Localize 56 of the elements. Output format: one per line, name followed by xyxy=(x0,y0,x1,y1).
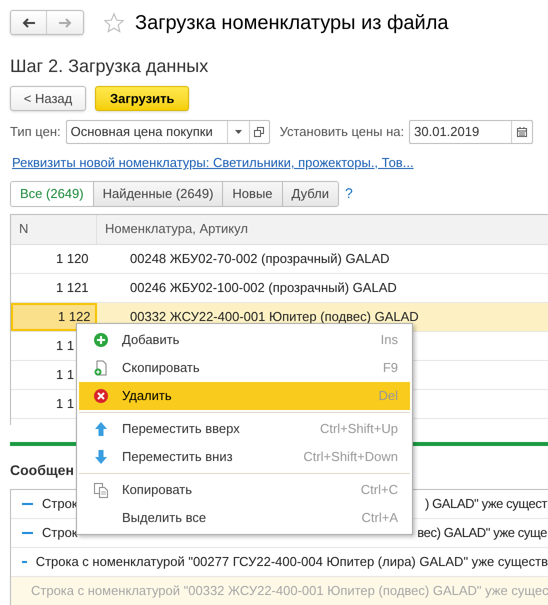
menu-item[interactable]: Переместить вверх Ctrl+Shift+Up xyxy=(79,415,410,443)
shortcut-text: Ctrl+A xyxy=(362,509,398,528)
arrow-up-icon xyxy=(93,421,109,437)
attributes-link[interactable]: Реквизиты новой номенклатуры: Светильники, прожекторы., Тов... xyxy=(12,153,414,172)
dash-icon xyxy=(22,560,27,562)
column-header[interactable]: Номенклатура, Артикул xyxy=(97,214,548,244)
table-cell-text: 1 121 xyxy=(55,278,90,297)
documents-icon xyxy=(93,482,109,498)
menu-item[interactable]: Переместить вниз Ctrl+Shift+Down xyxy=(79,443,410,471)
shortcut-text: F9 xyxy=(382,359,398,378)
price-type-field[interactable]: Основная цена покупки xyxy=(66,120,270,144)
table-cell: 1 122 xyxy=(11,302,97,330)
dash-icon xyxy=(22,532,33,534)
shortcut-text: Ctrl+Shift+Up xyxy=(320,420,398,438)
arrow-down-icon xyxy=(93,449,109,465)
message-text: Строк xyxy=(42,524,78,542)
step-title: Шаг 2. Загрузка данных xyxy=(10,55,210,77)
messages-title: Сообщен xyxy=(10,460,75,480)
table-cell-text: 1 120 xyxy=(55,250,90,268)
message-text: Строка с номенклатурой "00332 ЖСУ22-400-001 Юпитер (подвес) GALAD" уже сущес xyxy=(31,582,548,600)
message-text: Строк xyxy=(42,494,78,513)
menu-item[interactable]: Удалить Del xyxy=(79,382,410,410)
field-label: Установить цены на: xyxy=(280,123,404,142)
date-field[interactable]: 30.01.2019 xyxy=(409,120,534,144)
arrow-right-icon xyxy=(58,18,72,28)
menu-item[interactable]: Копировать Ctrl+C xyxy=(79,476,410,504)
menu-item[interactable]: Выделить все Ctrl+A xyxy=(79,504,410,532)
dash-icon xyxy=(22,502,33,504)
message-text: ) GALAD" уже сущест xyxy=(424,494,547,513)
arrow-left-icon xyxy=(22,18,36,28)
star-icon[interactable] xyxy=(103,12,125,34)
load-button[interactable]: Загрузить xyxy=(95,86,190,111)
message-text: вес) GALAD" уже суще xyxy=(417,524,547,542)
menu-item[interactable]: Скопировать F9 xyxy=(79,354,410,382)
table-cell-text: 00246 ЖБУ02-100-002 (прозрачный) GALAD xyxy=(130,278,397,297)
shortcut-text: Del xyxy=(378,387,398,406)
message-text: Строка с номенклатурой "00277 ГСУ22-400-004 Юпитер (лира) GALAD" уже существ xyxy=(36,552,548,571)
field-label: Тип цен: xyxy=(10,123,61,142)
document-plus-icon xyxy=(93,360,109,376)
table-cell-text: 1 1 xyxy=(55,336,76,355)
table-cell-text: 00332 ЖСУ22-400-001 Юпитер (подвес) GALAD xyxy=(130,308,419,326)
shortcut-text: Ctrl+C xyxy=(360,481,398,500)
table-cell-text: 1 1 xyxy=(55,394,76,413)
back-step-button[interactable]: < Назад xyxy=(10,86,86,111)
filter-tab[interactable]: Дубли xyxy=(282,182,338,206)
column-header[interactable]: N xyxy=(11,214,97,244)
table-cell-text: 1 1 xyxy=(55,366,76,384)
filter-tab[interactable]: Найденные (2649) xyxy=(92,182,222,206)
shortcut-text: Ins xyxy=(380,331,398,350)
close-icon xyxy=(93,388,109,404)
window-title: Загрузка номенклатуры из файла xyxy=(135,10,449,36)
help-link[interactable]: ? xyxy=(344,183,353,204)
plus-icon xyxy=(93,332,109,348)
shortcut-text: Ctrl+Shift+Down xyxy=(303,448,398,466)
table-cell-text: 00248 ЖБУ02-70-002 (прозрачный) GALAD xyxy=(130,250,390,268)
filter-tab[interactable]: Новые xyxy=(222,182,282,206)
